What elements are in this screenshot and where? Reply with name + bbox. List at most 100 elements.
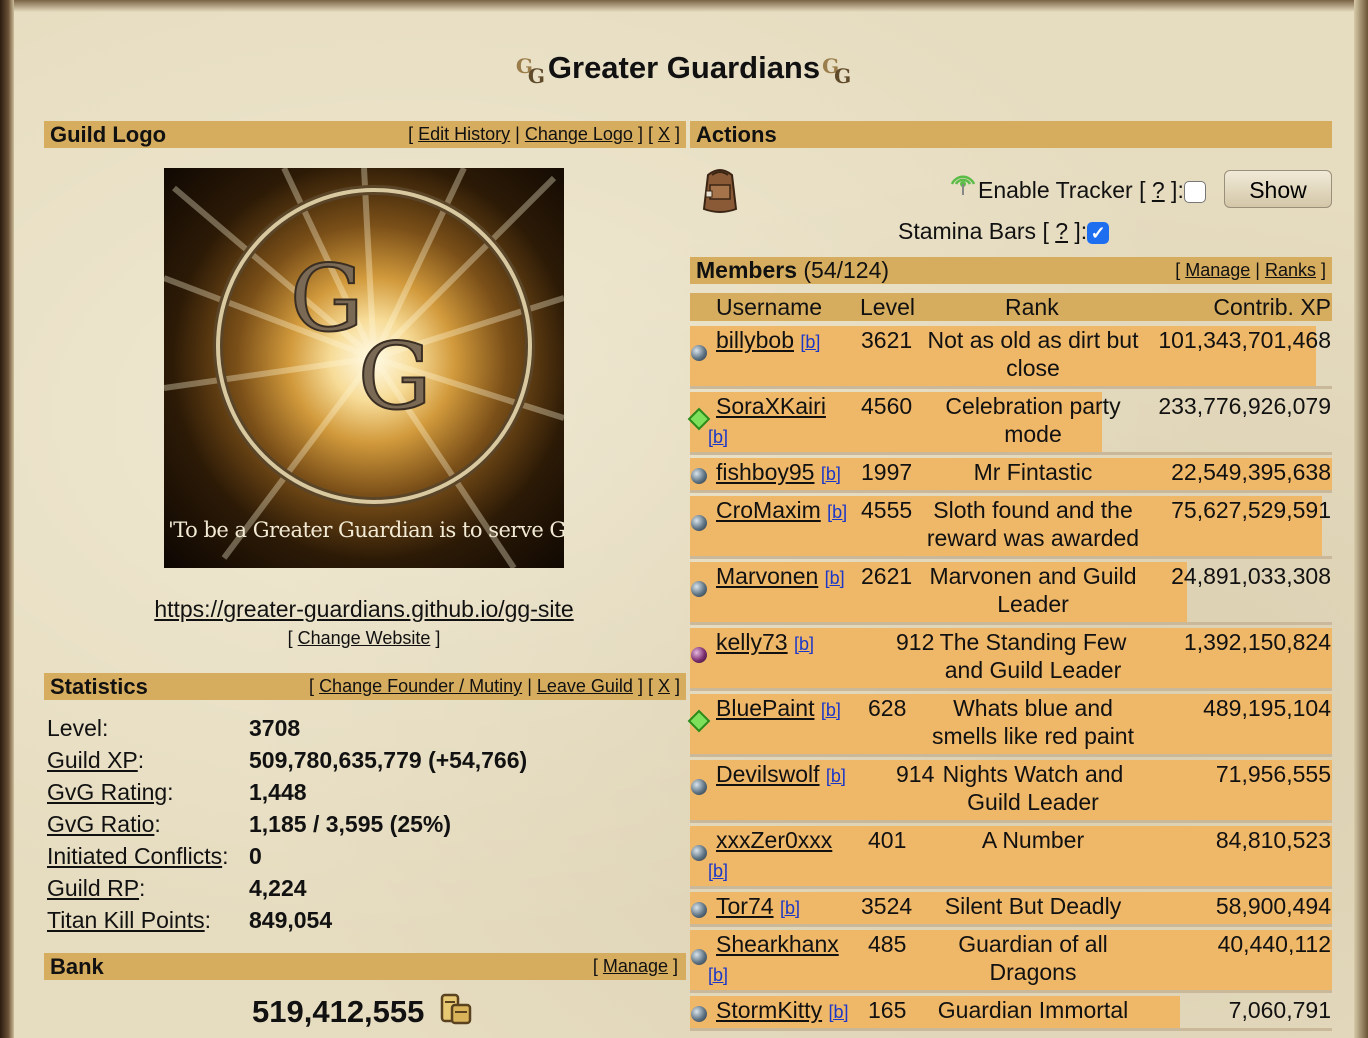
titan-kill-points-link[interactable]: Titan Kill Points bbox=[47, 907, 205, 933]
member-username-link[interactable]: BluePaint bbox=[716, 695, 814, 721]
offline-status-icon bbox=[691, 515, 707, 531]
member-buff-link[interactable]: [b] bbox=[708, 965, 728, 985]
member-buff-link[interactable]: [b] bbox=[825, 568, 845, 588]
gold-coins-icon bbox=[440, 993, 472, 1025]
close-logo-link[interactable]: X bbox=[658, 124, 670, 144]
member-username-link[interactable]: kelly73 bbox=[716, 629, 788, 655]
stamina-help-link[interactable]: ? bbox=[1055, 218, 1068, 244]
bank-manage-link[interactable]: Manage bbox=[603, 956, 668, 976]
col-contrib-xp[interactable]: Contrib. XP bbox=[1213, 293, 1331, 321]
member-rank: Mr Fintastic bbox=[973, 459, 1093, 485]
member-buff-link[interactable]: [b] bbox=[827, 502, 847, 522]
change-founder-link[interactable]: Change Founder / Mutiny bbox=[319, 676, 522, 696]
col-username[interactable]: Username bbox=[716, 293, 822, 321]
member-rank: Silent But Deadly bbox=[944, 893, 1122, 919]
member-level: 3621 bbox=[861, 327, 913, 353]
member-level: 485 bbox=[868, 931, 907, 957]
website-row: https://greater-guardians.github.io/gg-s… bbox=[44, 596, 684, 623]
member-level: 165 bbox=[868, 997, 907, 1023]
member-buff-link[interactable]: [b] bbox=[708, 861, 728, 881]
change-logo-link[interactable]: Change Logo bbox=[525, 124, 633, 144]
member-username: Tor74 [b] bbox=[716, 892, 800, 922]
member-username: xxxZer0xxx bbox=[716, 826, 832, 854]
member-username-link[interactable]: Shearkhanx bbox=[716, 931, 839, 957]
gvg-ratio-link[interactable]: GvG Ratio bbox=[47, 811, 154, 837]
member-rank: Guardian Immortal bbox=[937, 997, 1129, 1023]
logo-artwork: G G bbox=[164, 168, 564, 568]
member-buff-link[interactable]: [b] bbox=[821, 700, 841, 720]
member-contrib-xp: 233,776,926,079 bbox=[1158, 393, 1331, 419]
member-contrib-xp: 24,891,033,308 bbox=[1171, 563, 1331, 589]
member-username-link[interactable]: CroMaxim bbox=[716, 497, 821, 523]
stamina-bars-checkbox[interactable]: ✓ bbox=[1087, 221, 1110, 244]
bank-header: Bank [ Manage ] bbox=[44, 953, 686, 980]
bank-amount: 519,412,555 bbox=[252, 992, 475, 1030]
member-level: 1997 bbox=[861, 459, 913, 485]
member-username-link[interactable]: xxxZer0xxx bbox=[716, 827, 832, 853]
col-rank[interactable]: Rank bbox=[1005, 293, 1059, 321]
member-rank: The Standing Few and Guild Leader bbox=[939, 629, 1127, 683]
row-divider bbox=[690, 1028, 1332, 1031]
member-buff-link[interactable]: [b] bbox=[821, 464, 841, 484]
close-statistics-link[interactable]: X bbox=[658, 676, 670, 696]
member-buff-link[interactable]: [b] bbox=[826, 766, 846, 786]
member-contrib-xp: 58,900,494 bbox=[1215, 893, 1331, 919]
parchment-top-edge bbox=[0, 0, 1368, 12]
member-username-link[interactable]: SoraXKairi bbox=[716, 393, 826, 419]
enable-tracker-checkbox[interactable] bbox=[1183, 180, 1206, 203]
member-rank: Sloth found and the reward was awarded bbox=[926, 497, 1140, 551]
backpack-icon[interactable] bbox=[698, 165, 742, 215]
members-header: Members (54/124) [ Manage | Ranks ] bbox=[690, 257, 1332, 284]
offline-status-icon bbox=[691, 468, 707, 484]
member-username-link[interactable]: Marvonen bbox=[716, 563, 818, 589]
show-button[interactable]: Show bbox=[1224, 170, 1332, 208]
member-username-link[interactable]: billybob bbox=[716, 327, 794, 353]
row-divider bbox=[690, 452, 1332, 455]
member-buff-link[interactable]: [b] bbox=[800, 332, 820, 352]
row-divider bbox=[690, 386, 1332, 389]
member-username-link[interactable]: fishboy95 bbox=[716, 459, 814, 485]
member-level: 401 bbox=[868, 827, 907, 853]
statistics-heading: Statistics bbox=[50, 674, 148, 699]
member-username-link[interactable]: StormKitty bbox=[716, 997, 822, 1023]
member-row: StormKitty [b] 165 Guardian Immortal 7,060,… bbox=[690, 996, 1332, 1031]
guild-website-link[interactable]: https://greater-guardians.github.io/gg-s… bbox=[154, 596, 573, 622]
row-divider bbox=[690, 990, 1332, 993]
guild-logo-heading: Guild Logo bbox=[50, 122, 167, 147]
gg-badge-icon: GG bbox=[822, 53, 852, 88]
member-username: Shearkhanx bbox=[716, 930, 839, 958]
member-buff-link[interactable]: [b] bbox=[828, 1002, 848, 1022]
guild-xp-link[interactable]: Guild XP bbox=[47, 747, 138, 773]
member-contrib-xp: 1,392,150,824 bbox=[1183, 629, 1331, 655]
tracker-help-link[interactable]: ? bbox=[1152, 177, 1165, 203]
members-ranks-link[interactable]: Ranks bbox=[1265, 260, 1316, 280]
member-buff-link[interactable]: [b] bbox=[780, 898, 800, 918]
member-rank: Not as old as dirt but close bbox=[927, 327, 1139, 381]
members-manage-link[interactable]: Manage bbox=[1185, 260, 1250, 280]
member-buff-link[interactable]: [b] bbox=[708, 427, 728, 447]
member-buff-link[interactable]: [b] bbox=[794, 634, 814, 654]
members-heading: Members bbox=[696, 257, 797, 283]
member-username-link[interactable]: Tor74 bbox=[716, 893, 774, 919]
member-row: fishboy95 [b] 1997 Mr Fintastic 22,549,395,… bbox=[690, 458, 1332, 493]
guild-title-row: G G Greater Guardians G G bbox=[0, 50, 1368, 88]
change-website-link[interactable]: Change Website bbox=[298, 628, 431, 648]
edit-history-link[interactable]: Edit History bbox=[418, 124, 510, 144]
gvg-rating-link[interactable]: GvG Rating bbox=[47, 779, 167, 805]
leave-guild-link[interactable]: Leave Guild bbox=[537, 676, 633, 696]
offline-status-icon bbox=[691, 949, 707, 965]
guild-rp-link[interactable]: Guild RP bbox=[47, 875, 139, 901]
col-level[interactable]: Level bbox=[860, 293, 915, 321]
parchment-right-edge bbox=[1354, 0, 1368, 1038]
member-contrib-xp: 7,060,791 bbox=[1228, 997, 1331, 1023]
member-rank: Guardian of all Dragons bbox=[958, 931, 1108, 985]
member-rank: Celebration party mode bbox=[945, 393, 1121, 447]
buff-link-wrap: [b] bbox=[708, 855, 728, 885]
row-divider bbox=[690, 924, 1332, 927]
offline-status-icon bbox=[691, 647, 707, 663]
row-divider bbox=[690, 556, 1332, 559]
initiated-conflicts-link[interactable]: Initiated Conflicts bbox=[47, 843, 222, 869]
member-username-link[interactable]: Devilswolf bbox=[716, 761, 820, 787]
member-username: BluePaint [b] bbox=[716, 694, 841, 724]
member-level: 2621 bbox=[861, 563, 913, 589]
